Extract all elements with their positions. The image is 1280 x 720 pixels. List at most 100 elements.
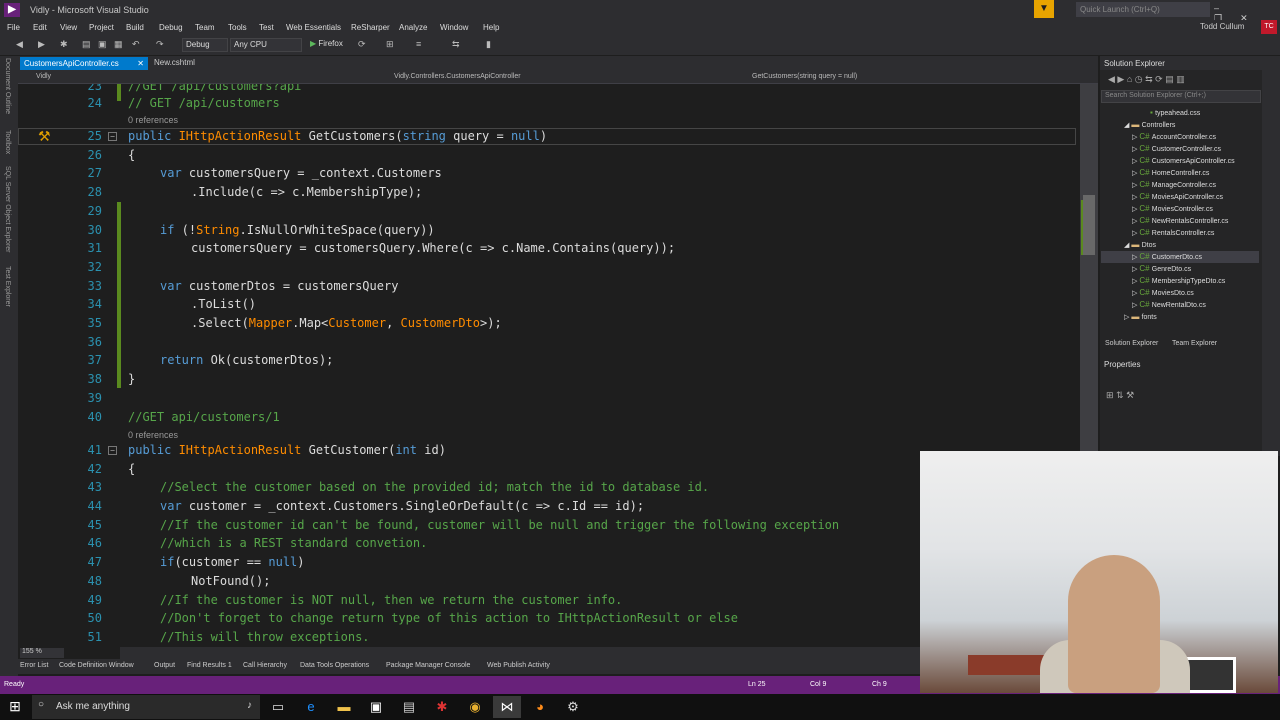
menu-build[interactable]: Build: [126, 23, 144, 32]
tab-find-results[interactable]: Find Results 1: [187, 662, 232, 669]
tree-item[interactable]: ▷ C# RentalsController.cs: [1132, 227, 1214, 239]
visual-studio-icon[interactable]: ⋈: [493, 696, 521, 718]
tree-item[interactable]: ▷ C# MoviesApiController.cs: [1132, 191, 1223, 203]
tree-item[interactable]: ▷ C# CustomerDto.cs: [1132, 251, 1202, 263]
tab-team-explorer[interactable]: Team Explorer: [1172, 340, 1217, 347]
codelens-references[interactable]: 0 references: [128, 116, 178, 125]
code-line[interactable]: 31 customersQuery = customersQuery.Where(…: [18, 239, 1088, 258]
project-dropdown[interactable]: Vidly: [36, 73, 51, 80]
code-line[interactable]: 38}: [18, 370, 1088, 389]
code-line[interactable]: 32: [18, 258, 1088, 277]
tree-folder[interactable]: ◢ ▬ Dtos: [1124, 239, 1156, 251]
tree-folder[interactable]: ◢ ▬ Controllers: [1124, 119, 1175, 131]
code-line[interactable]: 37 return Ok(customerDtos);: [18, 351, 1088, 370]
code-line[interactable]: 39: [18, 389, 1088, 408]
microphone-icon[interactable]: ♪: [247, 700, 252, 711]
tab-solution-explorer[interactable]: Solution Explorer: [1105, 340, 1158, 347]
store-icon[interactable]: ▣: [362, 696, 390, 718]
redo-icon[interactable]: ↷: [156, 39, 164, 50]
undo-icon[interactable]: ↶: [132, 39, 140, 50]
code-line[interactable]: 35 .Select(Mapper.Map<Customer, CustomerD…: [18, 314, 1088, 333]
windows-start-icon[interactable]: ⊞: [4, 698, 26, 716]
tree-item[interactable]: ▷ C# ManageController.cs: [1132, 179, 1216, 191]
menu-tools[interactable]: Tools: [228, 23, 247, 32]
test-explorer-tab[interactable]: Test Explorer: [4, 266, 11, 307]
tree-item[interactable]: ▷ C# NewRentalsController.cs: [1132, 215, 1228, 227]
code-line[interactable]: 30 if (!String.IsNullOrWhiteSpace(query)): [18, 221, 1088, 240]
tree-item[interactable]: ▷ C# MembershipTypeDto.cs: [1132, 275, 1225, 287]
app-icon[interactable]: ▤: [395, 696, 423, 718]
avatar[interactable]: TC: [1261, 20, 1277, 34]
task-view-icon[interactable]: ▭: [264, 696, 292, 718]
new-project-icon[interactable]: ✱: [60, 39, 68, 50]
save-all-icon[interactable]: ▦: [114, 39, 123, 50]
collapse-icon[interactable]: −: [108, 446, 117, 455]
menu-view[interactable]: View: [60, 23, 77, 32]
solution-explorer-toolbar[interactable]: ◀ ▶ ⌂ ◷ ⇆ ⟳ ▤ ▥: [1100, 72, 1270, 90]
file-explorer-icon[interactable]: ▬: [330, 696, 358, 718]
tab-call-hierarchy[interactable]: Call Hierarchy: [243, 662, 287, 669]
scrollbar-thumb[interactable]: [1083, 195, 1095, 255]
solution-explorer-search-input[interactable]: Search Solution Explorer (Ctrl+;): [1101, 90, 1261, 103]
refresh-icon[interactable]: ⟳: [358, 39, 366, 50]
tree-item[interactable]: ▷ C# AccountController.cs: [1132, 131, 1216, 143]
tree-item[interactable]: ▪ typeahead.css: [1150, 107, 1200, 119]
menu-window[interactable]: Window: [440, 23, 468, 32]
code-line[interactable]: 26 {: [18, 146, 1088, 165]
class-dropdown[interactable]: Vidly.Controllers.CustomersApiController: [394, 73, 521, 80]
code-line[interactable]: 28 .Include(c => c.MembershipType);: [18, 183, 1088, 202]
menu-project[interactable]: Project: [89, 23, 114, 32]
code-line[interactable]: 27 var customersQuery = _context.Customer…: [18, 164, 1088, 183]
menu-web-essentials[interactable]: Web Essentials: [286, 23, 341, 32]
code-line[interactable]: 33 var customerDtos = customersQuery: [18, 277, 1088, 296]
toolbox-tab[interactable]: Toolbox: [4, 130, 11, 154]
tab-code-definition-window[interactable]: Code Definition Window: [59, 662, 134, 669]
quick-action-hammer-icon[interactable]: ⚒: [38, 128, 51, 145]
quick-launch-input[interactable]: Quick Launch (Ctrl+Q): [1076, 2, 1210, 17]
tab-package-manager-console[interactable]: Package Manager Console: [386, 662, 470, 669]
back-icon[interactable]: ◀: [16, 39, 23, 50]
tree-item[interactable]: ▷ C# GenreDto.cs: [1132, 263, 1191, 275]
bookmark-icon[interactable]: ▮: [486, 39, 491, 50]
tab-output[interactable]: Output: [154, 662, 175, 669]
menu-team[interactable]: Team: [195, 23, 215, 32]
tree-item[interactable]: ▷ C# CustomerController.cs: [1132, 143, 1221, 155]
tree-item[interactable]: ▷ C# MoviesController.cs: [1132, 203, 1213, 215]
menu-analyze[interactable]: Analyze: [399, 23, 427, 32]
code-line[interactable]: 40 //GET api/customers/1: [18, 408, 1088, 427]
code-line[interactable]: 29: [18, 202, 1088, 221]
code-line[interactable]: 36: [18, 333, 1088, 352]
menu-debug[interactable]: Debug: [159, 23, 183, 32]
browser-link-icon[interactable]: ⊞: [386, 39, 394, 50]
user-name[interactable]: Todd Cullum: [1200, 22, 1244, 31]
open-icon[interactable]: ▤: [82, 39, 91, 50]
forward-icon[interactable]: ▶: [38, 39, 45, 50]
codelens-references[interactable]: 0 references: [128, 431, 178, 440]
format-icon[interactable]: ⇆: [452, 39, 460, 50]
code-line[interactable]: 34 .ToList(): [18, 295, 1088, 314]
tab-new-cshtml[interactable]: New.cshtml: [148, 58, 201, 67]
tab-error-list[interactable]: Error List: [20, 662, 48, 669]
tree-item[interactable]: ▷ C# NewRentalDto.cs: [1132, 299, 1206, 311]
menu-test[interactable]: Test: [259, 23, 274, 32]
save-icon[interactable]: ▣: [98, 39, 107, 50]
tab-data-tools-operations[interactable]: Data Tools Operations: [300, 662, 369, 669]
menu-help[interactable]: Help: [483, 23, 499, 32]
tree-item[interactable]: ▷ C# CustomersApiController.cs: [1132, 155, 1235, 167]
notification-flag-icon[interactable]: ▼: [1034, 0, 1054, 18]
tree-item[interactable]: ▷ C# HomeController.cs: [1132, 167, 1209, 179]
tree-item[interactable]: ▷ C# MoviesDto.cs: [1132, 287, 1194, 299]
configuration-dropdown[interactable]: Debug: [182, 38, 228, 52]
taskbar-search-input[interactable]: ○ Ask me anything ♪: [32, 695, 260, 719]
close-icon[interactable]: ✕: [137, 59, 144, 68]
tab-customers-api-controller[interactable]: CustomersApiController.cs ✕: [20, 57, 148, 70]
properties-toolbar-icons[interactable]: ⊞ ⇅ ⚒: [1106, 390, 1134, 401]
run-button[interactable]: ▶ Firefox: [310, 39, 343, 48]
app-icon[interactable]: ⚙: [559, 696, 587, 718]
member-dropdown[interactable]: GetCustomers(string query = null): [752, 73, 857, 80]
tree-folder[interactable]: ▷ ▬ fonts: [1124, 311, 1157, 323]
zoom-dropdown[interactable]: 155 %: [20, 648, 64, 658]
edge-icon[interactable]: e: [297, 696, 325, 718]
comment-icon[interactable]: ≡: [416, 39, 421, 49]
app-icon[interactable]: ✱: [428, 696, 456, 718]
